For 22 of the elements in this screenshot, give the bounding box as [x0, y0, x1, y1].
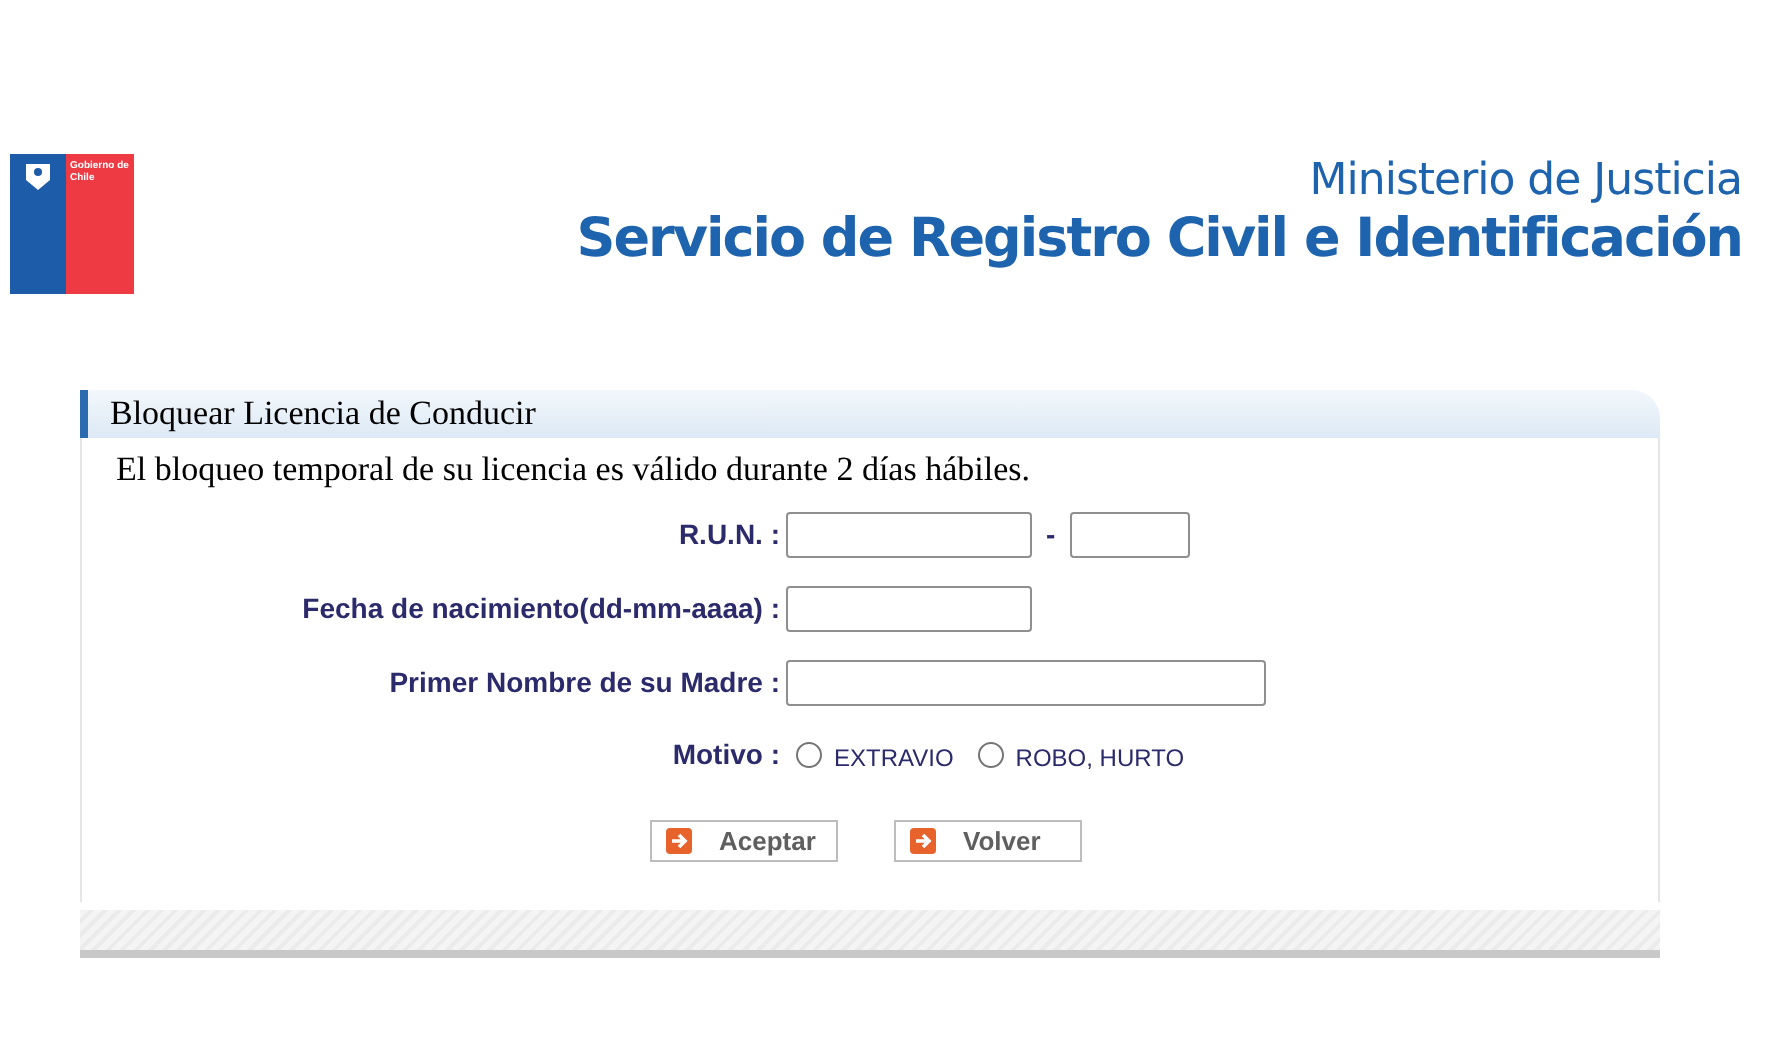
coat-of-arms-icon: [20, 160, 56, 192]
mother-name-field[interactable]: [786, 659, 1266, 705]
field-label: Primer Nombre de su Madre :: [387, 663, 782, 701]
run-separator: -: [1044, 516, 1058, 554]
radio-label: EXTRAVIO: [834, 742, 954, 776]
ministry-name: Ministerio de Justicia: [1309, 156, 1742, 208]
run-field[interactable]: [786, 512, 1032, 558]
radio-label: ROBO, HURTO: [1015, 742, 1185, 776]
form-button[interactable]: Volver: [893, 820, 1081, 862]
field-label: Motivo :: [670, 735, 782, 773]
field-label: R.U.N. :: [676, 516, 782, 554]
arrow-icon: [665, 828, 691, 854]
intro-text: El bloqueo temporal de su licencia es válido durante 2 días hábiles.: [114, 448, 1032, 492]
form-button[interactable]: Aceptar: [649, 820, 837, 862]
panel-title: Bloquear Licencia de Conducir: [110, 392, 536, 437]
birth-date-field[interactable]: [786, 585, 1032, 631]
radio-button[interactable]: [977, 741, 1004, 767]
radio-button[interactable]: [796, 741, 822, 767]
field-label: Fecha de nacimiento(dd-mm-aaaa) :: [300, 589, 782, 628]
check-digit-field[interactable]: [1069, 512, 1190, 558]
service-name: Servicio de Registro Civil e Identificación: [576, 208, 1742, 272]
arrow-icon: [909, 828, 935, 854]
